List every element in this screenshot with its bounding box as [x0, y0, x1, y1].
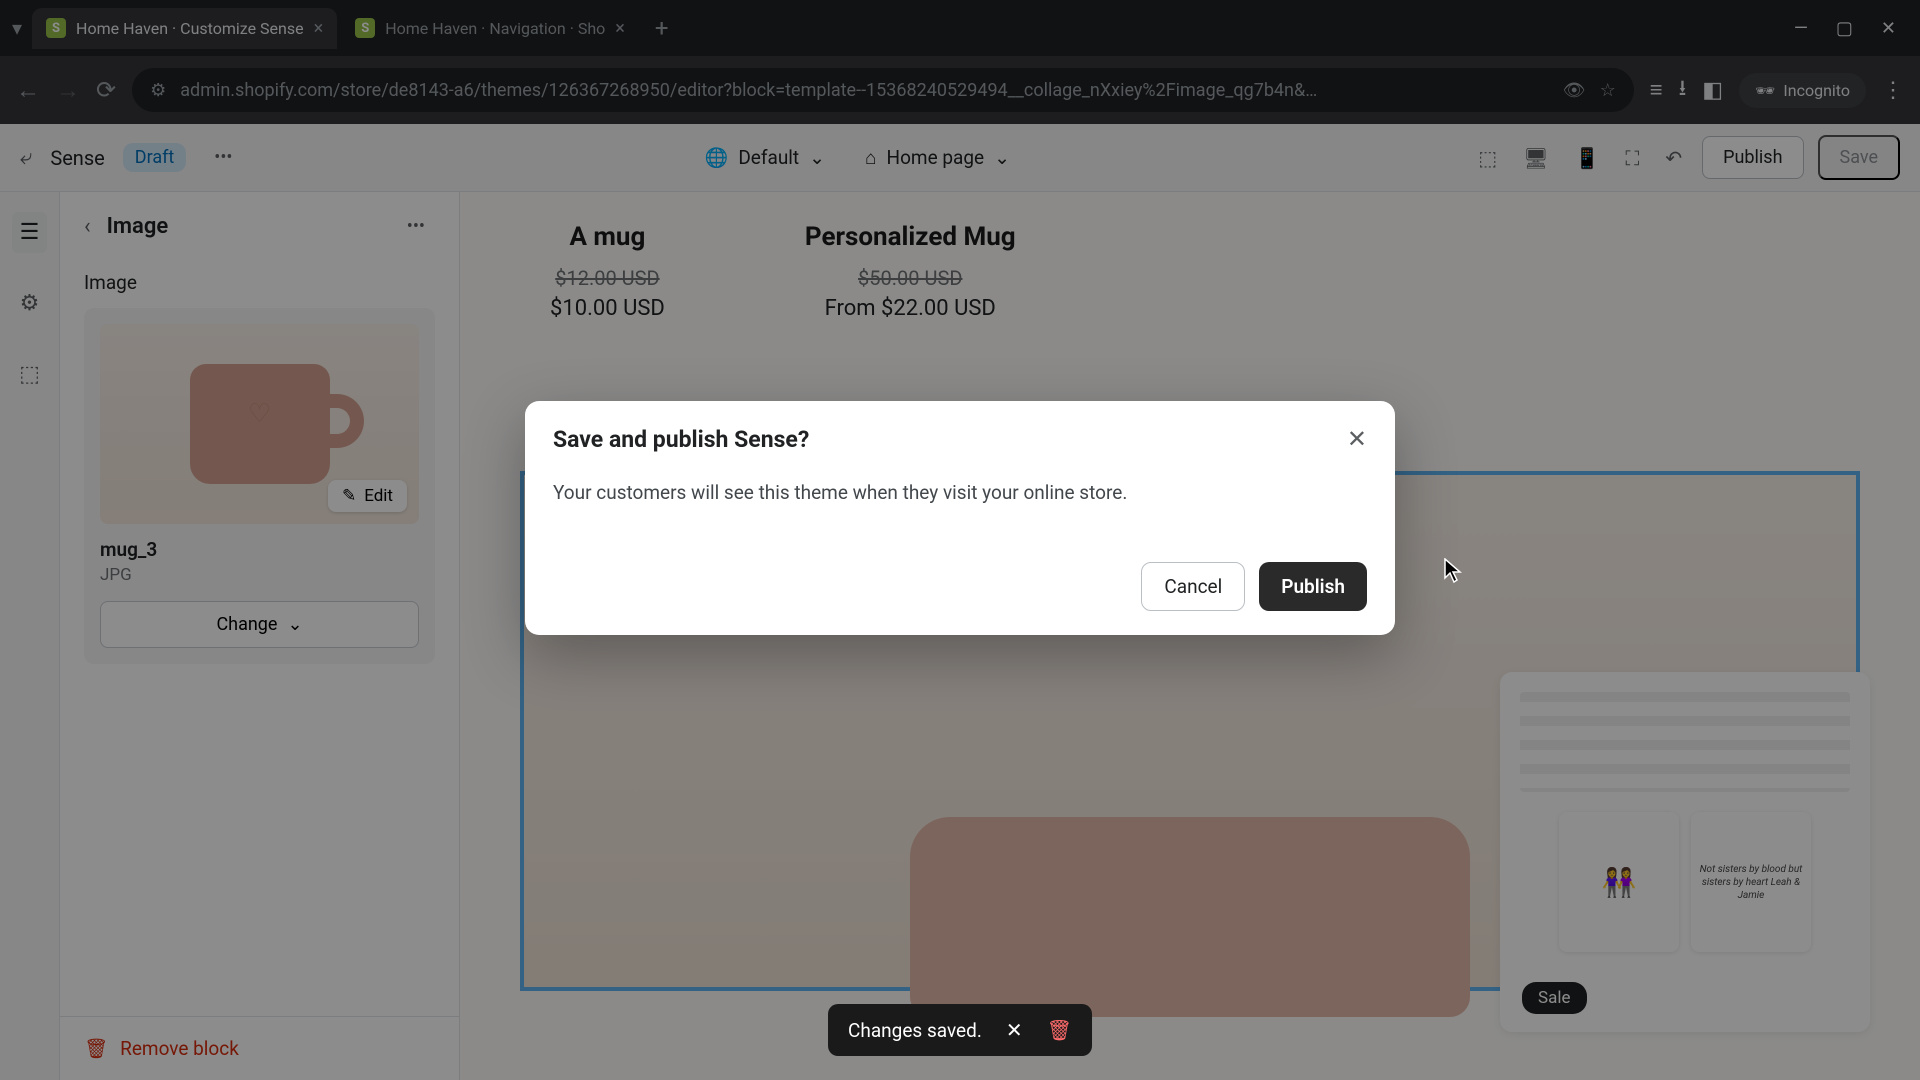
toast-close-icon[interactable]: ✕: [1006, 1018, 1023, 1042]
modal-footer: Cancel Publish: [525, 544, 1395, 635]
publish-confirm-modal: Save and publish Sense? ✕ Your customers…: [525, 401, 1395, 635]
toast-message: Changes saved.: [848, 1019, 982, 1042]
close-icon: ✕: [1347, 425, 1367, 453]
toast: Changes saved. ✕ 🗑: [828, 1004, 1092, 1056]
modal-close-button[interactable]: ✕: [1347, 425, 1367, 453]
cancel-button[interactable]: Cancel: [1141, 562, 1245, 611]
modal-header: Save and publish Sense? ✕: [525, 401, 1395, 471]
modal-title: Save and publish Sense?: [553, 426, 809, 453]
confirm-publish-button[interactable]: Publish: [1259, 562, 1367, 611]
toast-undo-trash-icon[interactable]: 🗑: [1047, 1018, 1072, 1042]
modal-body: Your customers will see this theme when …: [525, 471, 1395, 544]
